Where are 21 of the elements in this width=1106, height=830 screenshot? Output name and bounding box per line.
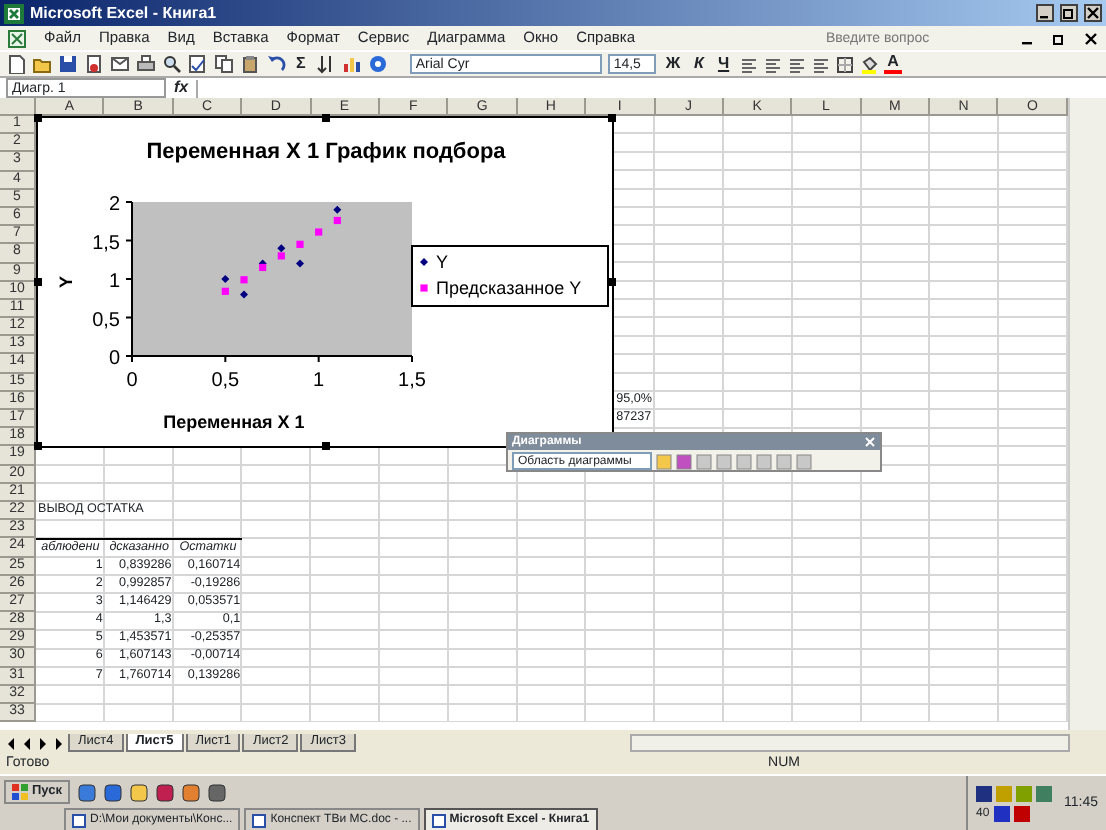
tick-label: 0 (108, 348, 120, 370)
tick-label: 2 (108, 194, 120, 216)
chart-title: Переменная X 1 График подбора (146, 140, 506, 164)
x-axis-title: Переменная X 1 (163, 412, 305, 432)
tick-label: 0,5 (211, 370, 240, 392)
y-axis-title: Y (56, 276, 76, 288)
tick-label: 1 (313, 370, 325, 392)
tick-label: 0,5 (92, 309, 120, 332)
tick-label: 1,5 (398, 370, 426, 392)
underline-button[interactable]: Ч (713, 56, 734, 72)
function-button[interactable]: fx (174, 80, 189, 96)
bold-button[interactable]: Ж (661, 56, 685, 72)
legend[interactable]: Y Предсказанное Y (411, 245, 609, 307)
window-title: Microsoft Excel - Книга1 (30, 5, 219, 21)
legend-label: Y (436, 252, 449, 272)
tick-label: 1,5 (92, 232, 120, 255)
italic-button[interactable]: К (690, 56, 708, 72)
tick-label: 0 (126, 370, 138, 392)
autosum-button[interactable]: Σ (292, 56, 310, 72)
tick-label: 1 (108, 271, 120, 293)
legend-label: Предсказанное Y (436, 278, 582, 298)
